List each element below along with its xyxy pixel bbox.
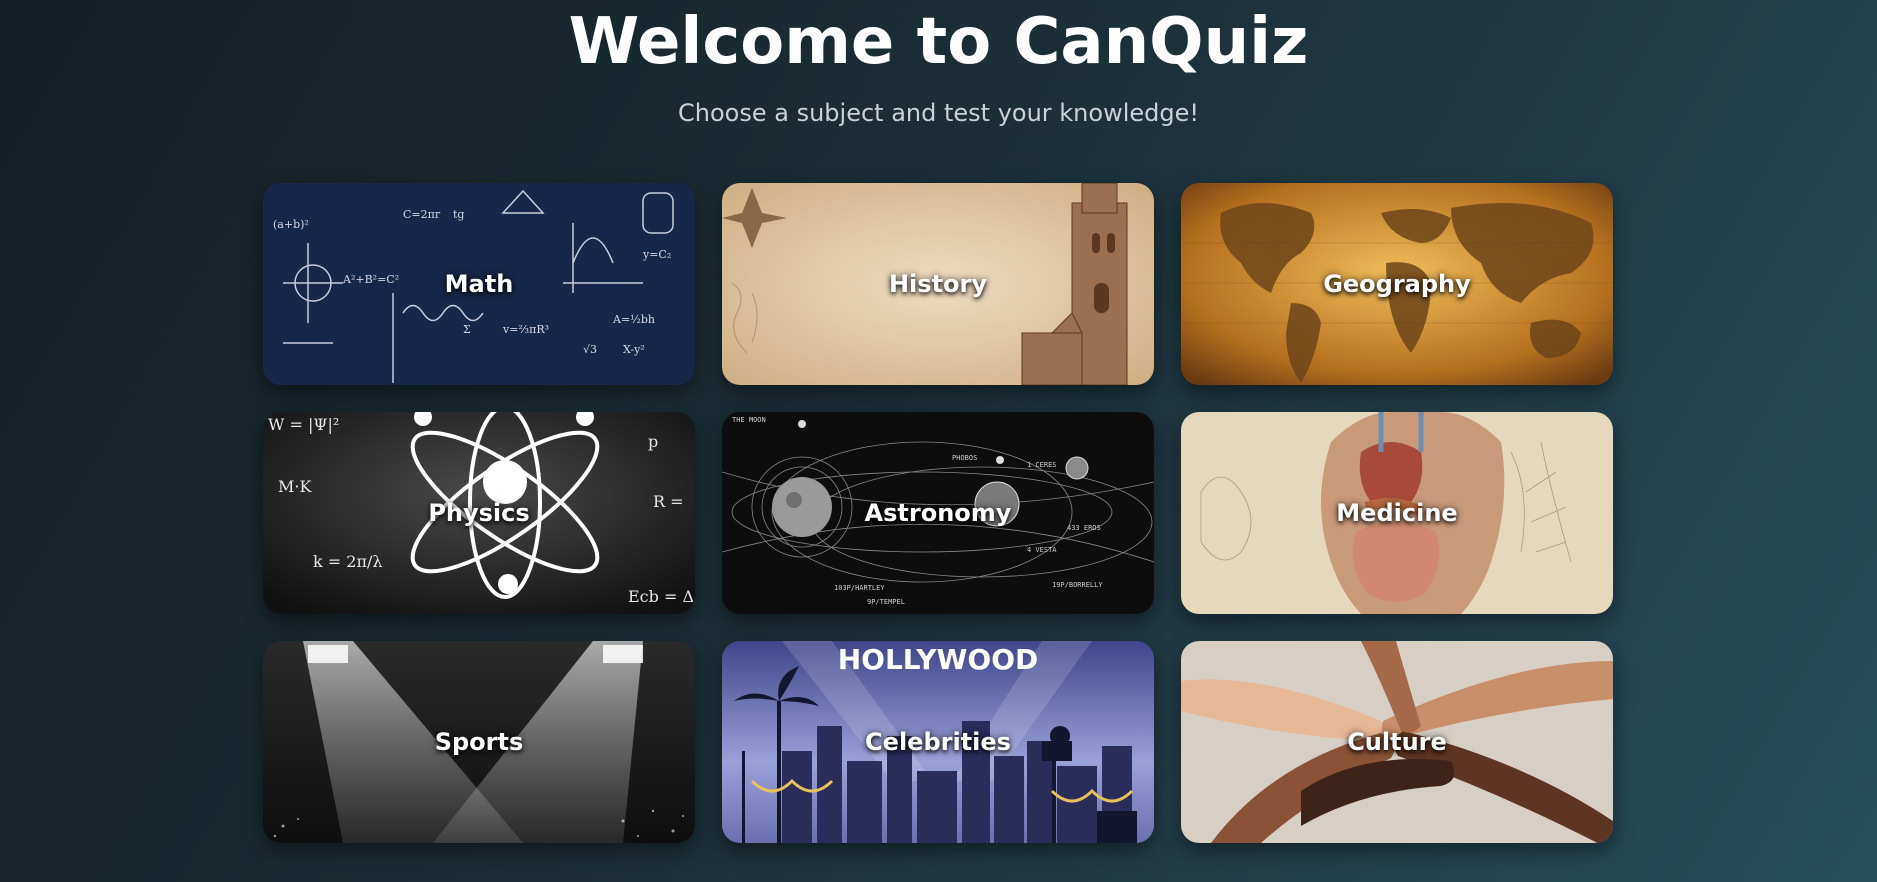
subject-label: Astronomy bbox=[864, 499, 1012, 527]
subject-card-medicine[interactable]: Medicine bbox=[1181, 412, 1613, 614]
astronomy-label-text: 19P/BORRELLY bbox=[1052, 581, 1103, 589]
page-title: Welcome to CanQuiz bbox=[568, 5, 1309, 79]
physics-formula-text: Ecb = Δ bbox=[628, 587, 694, 606]
astronomy-label-text: 103P/HARTLEY bbox=[834, 584, 885, 592]
astronomy-label-text: 1 CERES bbox=[1027, 461, 1057, 469]
math-formula-text: Σ bbox=[463, 323, 471, 336]
subject-card-history[interactable]: History bbox=[722, 183, 1154, 385]
subject-card-astronomy[interactable]: THE MOON PHOBOS 1 CERES 433 EROS 4 VESTA… bbox=[722, 412, 1154, 614]
math-formula-text: X-y² bbox=[623, 343, 645, 356]
math-formula-text: v=⅔πR³ bbox=[502, 323, 549, 336]
physics-formula-text: M·K bbox=[278, 477, 312, 496]
subject-card-culture[interactable]: Culture bbox=[1181, 641, 1613, 843]
subject-label: Culture bbox=[1347, 728, 1447, 756]
subject-label: Medicine bbox=[1336, 499, 1458, 527]
astronomy-label-text: 9P/TEMPEL bbox=[867, 598, 905, 606]
math-formula-text: C=2πr bbox=[403, 208, 441, 221]
physics-formula-text: p bbox=[648, 432, 658, 451]
astronomy-label-text: 4 VESTA bbox=[1027, 546, 1057, 554]
math-formula-text: A=½bh bbox=[612, 313, 655, 326]
astronomy-label-text: PHOBOS bbox=[952, 454, 977, 462]
math-formula-text: (a+b)² bbox=[273, 218, 309, 231]
page-subtitle: Choose a subject and test your knowledge… bbox=[678, 99, 1199, 127]
subject-card-math[interactable]: A²+B²=C² A=½bh X-y² √3 C=2πr tg Σ v=⅔πR³… bbox=[263, 183, 695, 385]
subject-label: Sports bbox=[434, 728, 524, 756]
subject-label: Math bbox=[444, 270, 514, 298]
physics-formula-text: W = |Ψ|² bbox=[268, 415, 339, 434]
subject-label: Physics bbox=[428, 499, 530, 527]
math-formula-text: tg bbox=[453, 208, 464, 221]
math-formula-text: y=C₂ bbox=[642, 248, 671, 261]
subject-card-geography[interactable]: Geography bbox=[1181, 183, 1613, 385]
math-formula-text: √3 bbox=[583, 343, 597, 356]
subject-card-physics[interactable]: W = |Ψ|² p R = M·K k = 2π/λ Ecb = Δ Phys… bbox=[263, 412, 695, 614]
subject-grid: A²+B²=C² A=½bh X-y² √3 C=2πr tg Σ v=⅔πR³… bbox=[263, 183, 1613, 843]
subject-label: Geography bbox=[1323, 270, 1471, 298]
subject-label: History bbox=[888, 270, 988, 298]
subject-card-sports[interactable]: Sports bbox=[263, 641, 695, 843]
physics-formula-text: k = 2π/λ bbox=[313, 552, 383, 571]
subject-label: Celebrities bbox=[865, 728, 1011, 756]
subject-card-celebrities[interactable]: HOLLYWOOD Celebrities bbox=[722, 641, 1154, 843]
hollywood-sign-text: HOLLYWOOD bbox=[838, 643, 1039, 676]
astronomy-label-text: THE MOON bbox=[732, 416, 766, 424]
